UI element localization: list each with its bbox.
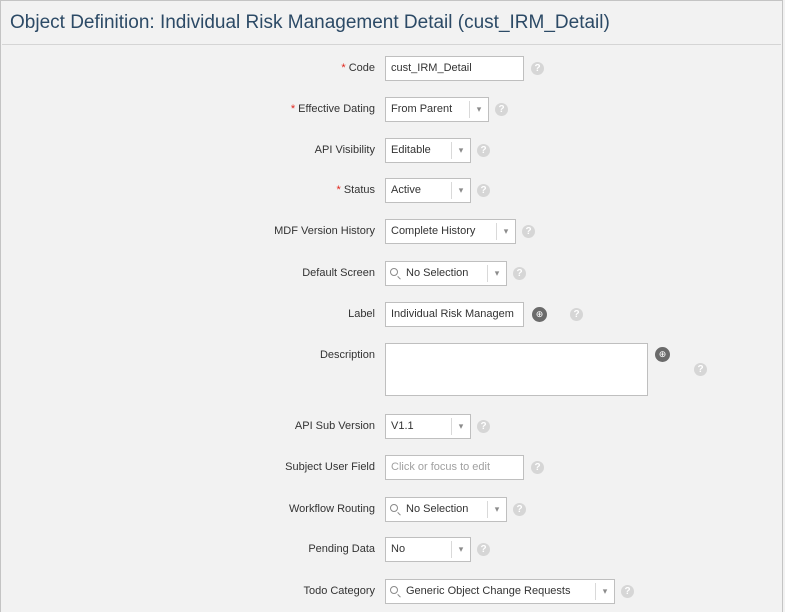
subject-user-field-label: Subject User Field <box>285 461 375 473</box>
default-screen-value: No Selection <box>406 267 469 279</box>
search-icon <box>390 504 398 512</box>
default-screen-select[interactable]: No Selection ▾ <box>385 261 507 286</box>
mdf-version-history-value: Complete History <box>391 225 476 237</box>
required-marker: * <box>336 184 341 196</box>
globe-icon[interactable]: ⊕ <box>655 347 670 362</box>
search-icon <box>390 586 398 594</box>
help-icon[interactable]: ? <box>694 363 707 376</box>
todo-category-select[interactable]: Generic Object Change Requests ▾ <box>385 579 615 604</box>
pending-data-label: Pending Data <box>308 543 375 555</box>
help-icon[interactable]: ? <box>531 461 544 474</box>
pending-data-select[interactable]: No ▾ <box>385 537 471 562</box>
chevron-down-icon[interactable]: ▾ <box>472 98 486 121</box>
effective-dating-label: * Effective Dating <box>290 103 375 115</box>
workflow-routing-select[interactable]: No Selection ▾ <box>385 497 507 522</box>
label-input[interactable]: Individual Risk Managem <box>385 302 524 327</box>
mdf-version-history-label: MDF Version History <box>274 225 375 237</box>
help-icon[interactable]: ? <box>531 62 544 75</box>
subject-user-field-input[interactable]: Click or focus to edit <box>385 455 524 480</box>
help-icon[interactable]: ? <box>477 144 490 157</box>
code-label: * Code <box>341 62 375 74</box>
mdf-version-history-select[interactable]: Complete History ▾ <box>385 219 516 244</box>
status-label: * Status <box>336 184 375 196</box>
todo-category-label: Todo Category <box>303 585 375 597</box>
chevron-down-icon[interactable]: ▾ <box>490 262 504 285</box>
help-icon[interactable]: ? <box>621 585 634 598</box>
api-sub-version-select[interactable]: V1.1 ▾ <box>385 414 471 439</box>
help-icon[interactable]: ? <box>513 503 526 516</box>
help-icon[interactable]: ? <box>477 420 490 433</box>
status-select[interactable]: Active ▾ <box>385 178 471 203</box>
required-marker: * <box>290 103 296 115</box>
api-visibility-select[interactable]: Editable ▾ <box>385 138 471 163</box>
description-textarea[interactable] <box>385 343 648 396</box>
help-icon[interactable]: ? <box>522 225 535 238</box>
chevron-down-icon[interactable]: ▾ <box>454 179 468 202</box>
chevron-down-icon[interactable]: ▾ <box>490 498 504 521</box>
todo-category-value: Generic Object Change Requests <box>406 585 571 597</box>
status-value: Active <box>391 184 421 196</box>
pending-data-value: No <box>391 543 406 555</box>
label-field-label: Label <box>348 308 375 320</box>
chevron-down-icon[interactable]: ▾ <box>598 580 612 603</box>
help-icon[interactable]: ? <box>513 267 526 280</box>
chevron-down-icon[interactable]: ▾ <box>454 538 468 561</box>
search-icon <box>390 268 398 276</box>
api-sub-version-value: V1.1 <box>391 420 414 432</box>
globe-icon[interactable]: ⊕ <box>532 307 547 322</box>
help-icon[interactable]: ? <box>477 184 490 197</box>
workflow-routing-value: No Selection <box>406 503 469 515</box>
chevron-down-icon[interactable]: ▾ <box>499 220 513 243</box>
code-input[interactable]: cust_IRM_Detail <box>385 56 524 81</box>
object-definition-panel: Object Definition: Individual Risk Manag… <box>0 0 783 612</box>
help-icon[interactable]: ? <box>570 308 583 321</box>
api-visibility-value: Editable <box>391 144 431 156</box>
chevron-down-icon[interactable]: ▾ <box>454 415 468 438</box>
chevron-down-icon[interactable]: ▾ <box>454 139 468 162</box>
help-icon[interactable]: ? <box>477 543 490 556</box>
help-icon[interactable]: ? <box>495 103 508 116</box>
required-marker: * <box>341 62 346 74</box>
description-label: Description <box>319 349 375 361</box>
page-title: Object Definition: Individual Risk Manag… <box>10 12 610 33</box>
effective-dating-value: From Parent <box>391 103 453 115</box>
title-divider <box>2 44 781 45</box>
default-screen-label: Default Screen <box>302 267 375 279</box>
api-sub-version-label: API Sub Version <box>294 420 375 432</box>
workflow-routing-label: Workflow Routing <box>289 503 375 515</box>
api-visibility-label: API Visibility <box>314 144 375 156</box>
effective-dating-select[interactable]: From Parent ▾ <box>385 97 489 122</box>
